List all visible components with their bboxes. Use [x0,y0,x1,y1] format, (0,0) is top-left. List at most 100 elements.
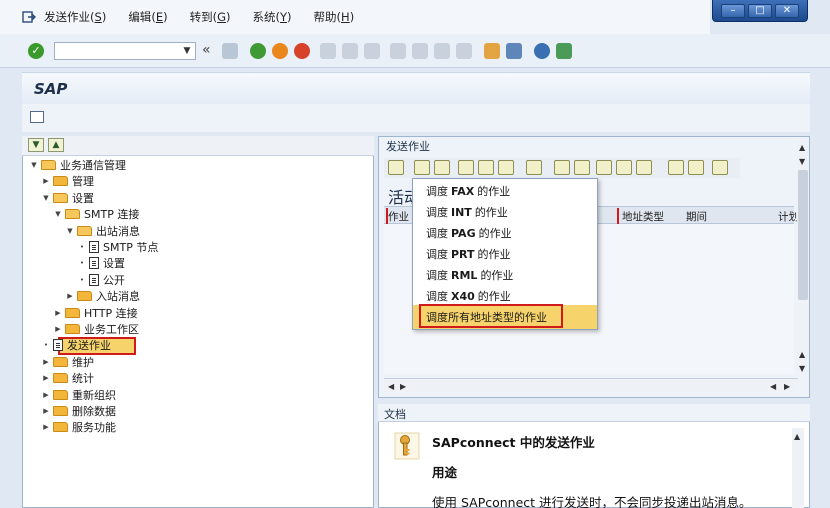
grid-change-icon[interactable] [434,160,450,175]
expand-triangle-icon[interactable]: ▶ [42,407,50,415]
menu-system[interactable]: 系统(Y) [253,9,292,25]
expand-triangle-icon[interactable]: ▶ [42,423,50,431]
collapse-triangle-icon[interactable]: ▼ [30,161,38,169]
tree-node[interactable]: ▶ 业务工作区 [54,321,139,337]
scroll-right-end-icon[interactable]: ▶ [784,382,790,391]
cancel-icon[interactable] [294,43,310,59]
layout-menu-icon[interactable] [556,43,572,59]
column-header-job[interactable]: 作业 [388,209,409,224]
menu-edit[interactable]: 编辑(E) [128,9,167,25]
menu-schedule-prt[interactable]: 调度 PRT 的作业 [426,244,511,264]
tree-node[interactable]: ▶ HTTP 连接 [54,305,137,321]
expand-all-icon[interactable]: ▼ [28,138,44,152]
collapse-triangle-icon[interactable]: ▼ [54,210,62,218]
grid-print-icon[interactable] [668,160,684,175]
grid-sort-descending-icon[interactable] [574,160,590,175]
back-icon[interactable] [250,43,266,59]
menu-schedule-pag[interactable]: 调度 PAG 的作业 [426,223,512,243]
menu-schedule-fax[interactable]: 调度 FAX 的作业 [426,181,510,201]
first-page-icon[interactable] [390,43,406,59]
maximize-button[interactable]: □ [748,3,772,18]
menu-goto[interactable]: 转到(G) [190,9,231,25]
column-header-address-type[interactable]: 地址类型 [622,209,664,224]
expand-triangle-icon[interactable]: ▶ [42,358,50,366]
tree-node[interactable]: ▶ 维护 [42,354,94,370]
tree-node[interactable]: ▼ 设置 [42,190,94,206]
grid-create-icon[interactable] [414,160,430,175]
menu-send-job[interactable]: 发送作业(S) [44,9,106,25]
tree-node[interactable]: ▼ SMTP 连接 [54,206,139,222]
leaf-bullet-icon[interactable]: • [42,341,50,349]
expand-triangle-icon[interactable]: ▶ [54,325,62,333]
tree-node[interactable]: • 发送作业 [42,337,111,353]
grid-details-icon[interactable] [388,160,404,175]
tree-node[interactable]: ▶ 删除数据 [42,403,116,419]
previous-page-icon[interactable] [412,43,428,59]
layout-toggle-icon[interactable] [30,111,44,123]
scroll-down-icon[interactable]: ▼ [799,364,805,373]
collapse-triangle-icon[interactable]: ▼ [66,227,74,235]
enter-check-icon[interactable]: ✓ [28,43,44,59]
grid-layout-icon[interactable] [712,160,728,175]
help-icon[interactable] [534,43,550,59]
menu-schedule-int[interactable]: 调度 INT 的作业 [426,202,508,222]
expand-triangle-icon[interactable]: ▶ [42,391,50,399]
column-header-schedule[interactable]: 计划 [778,209,799,224]
command-dropdown-icon[interactable]: ▼ [180,43,194,59]
grid-find-icon[interactable] [596,160,612,175]
scroll-down-small-icon[interactable]: ▼ [799,157,805,166]
tree-node[interactable]: • SMTP 节点 [78,239,158,255]
tree-node[interactable]: • 公开 [78,272,125,288]
menu-schedule-rml[interactable]: 调度 RML 的作业 [426,265,513,285]
close-button[interactable]: ✕ [775,3,799,18]
next-page-icon[interactable] [434,43,450,59]
horizontal-scrollbar[interactable] [384,378,798,394]
create-session-icon[interactable] [484,43,500,59]
scroll-up-icon[interactable]: ▲ [799,143,805,152]
scroll-up-bottom-icon[interactable]: ▲ [799,350,805,359]
grid-export-icon[interactable] [688,160,704,175]
vertical-scroll-thumb[interactable] [798,170,808,300]
last-page-icon[interactable] [456,43,472,59]
leaf-bullet-icon[interactable]: • [78,276,86,284]
scroll-right-icon[interactable]: ▶ [400,382,406,391]
save-icon[interactable] [222,43,238,59]
doc-scroll-up-icon[interactable]: ▲ [794,432,800,441]
grid-delete-icon[interactable] [478,160,494,175]
column-header-period[interactable]: 期间 [686,209,707,224]
expand-triangle-icon[interactable]: ▶ [42,177,50,185]
collapse-triangle-icon[interactable]: ▼ [42,194,50,202]
find-icon[interactable] [342,43,358,59]
tree-node[interactable]: ▶ 管理 [42,173,94,189]
tree-node[interactable]: • 设置 [78,255,125,271]
tree-node[interactable]: ▼ 业务通信管理 [30,157,126,173]
menu-exit-icon[interactable] [22,11,36,23]
leaf-bullet-icon[interactable]: • [78,243,86,251]
shortcut-icon[interactable] [506,43,522,59]
scroll-left-icon[interactable]: ◀ [388,382,394,391]
tree-node[interactable]: ▶ 重新组织 [42,387,116,403]
print-icon[interactable] [320,43,336,59]
collapse-command-icon[interactable]: « [202,42,211,58]
expand-triangle-icon[interactable]: ▶ [66,292,74,300]
find-next-icon[interactable] [364,43,380,59]
expand-triangle-icon[interactable]: ▶ [42,374,50,382]
grid-find-next-icon[interactable] [616,160,632,175]
exit-icon[interactable] [272,43,288,59]
collapse-all-icon[interactable]: ▲ [48,138,64,152]
grid-refresh-icon[interactable] [498,160,514,175]
minimize-button[interactable]: – [721,3,745,18]
menu-help[interactable]: 帮助(H) [314,9,355,25]
tree-node[interactable]: ▶ 入站消息 [66,288,140,304]
tree-node[interactable]: ▶ 服务功能 [42,419,116,435]
grid-filter-icon[interactable] [636,160,652,175]
grid-copy-icon[interactable] [458,160,474,175]
scroll-left-end-icon[interactable]: ◀ [770,382,776,391]
expand-triangle-icon[interactable]: ▶ [54,309,62,317]
command-field[interactable] [54,42,196,60]
grid-sort-ascending-icon[interactable] [554,160,570,175]
tree-node[interactable]: ▼ 出站消息 [66,223,140,239]
tree-node[interactable]: ▶ 统计 [42,370,94,386]
menu-schedule-x40[interactable]: 调度 X40 的作业 [426,286,511,306]
leaf-bullet-icon[interactable]: • [78,259,86,267]
